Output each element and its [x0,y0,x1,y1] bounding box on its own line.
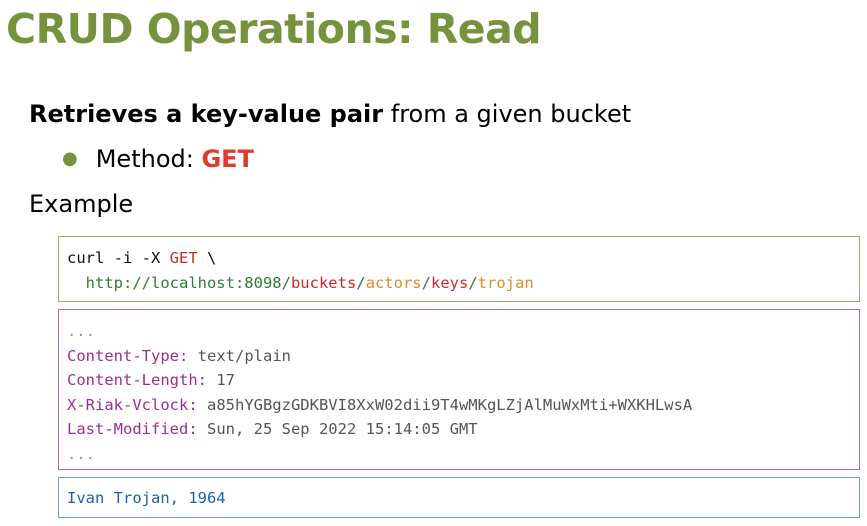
method-bullet: ● Method: GET [62,145,254,173]
response-body-value: Ivan Trojan, 1964 [67,489,226,507]
response-header-vclock: X-Riak-Vclock: a85hYGBgzGDKBVI8XxW02dii9… [67,393,859,418]
header-value: a85hYGBgzGDKBVI8XxW02dii9T4wMKgLZjAlMuWx… [197,395,693,414]
http-method: GET [169,249,198,267]
header-name: Content-Length: [67,371,207,389]
intro-line: Retrieves a key-value pair from a given … [29,100,631,128]
url-keys: keys [430,273,469,292]
slide-title: CRUD Operations: Read [6,5,542,53]
example-label: Example [29,190,134,218]
url-bucket-name: actors [365,273,422,292]
url-key-name: trojan [477,273,534,292]
header-name: Content-Type: [67,346,189,365]
curl-command: curl -i -X [67,249,170,267]
line-continuation: \ [197,249,217,267]
response-ellipsis-top: ... [67,322,95,340]
intro-rest-text: from a given bucket [383,100,632,128]
header-value: Sun, 25 Sep 2022 15:14:05 GMT [197,420,478,438]
header-value: 17 [206,371,235,389]
url-slash: / [421,273,431,292]
intro-bold-text: Retrieves a key-value pair [29,100,384,128]
request-line-1: curl -i -X GET \ [67,246,859,271]
bullet-dot-icon: ● [62,148,78,169]
response-code-block: ... Content-Type: text/plain Content-Len… [58,309,860,470]
response-header-content-length: Content-Length: 17 [67,368,859,393]
url-slash: / [356,273,366,292]
url-buckets: buckets [290,273,357,292]
response-header-last-modified: Last-Modified: Sun, 25 Sep 2022 15:14:05… [67,417,859,442]
request-line-2: http://localhost:8098/buckets/actors/key… [67,271,859,296]
response-body-block: Ivan Trojan, 1964 [58,477,860,518]
response-header-content-type: Content-Type: text/plain [67,344,859,369]
method-label: Method: [95,145,202,173]
response-ellipsis-bottom: ... [67,444,95,463]
header-name: X-Riak-Vclock: [67,395,198,414]
header-value: text/plain [188,346,291,365]
method-value: GET [201,145,254,173]
url-slash: / [468,273,478,292]
header-name: Last-Modified: [67,420,198,438]
request-code-block: curl -i -X GET \ http://localhost:8098/b… [58,236,860,302]
url-host: http://localhost:8098/ [67,273,291,292]
